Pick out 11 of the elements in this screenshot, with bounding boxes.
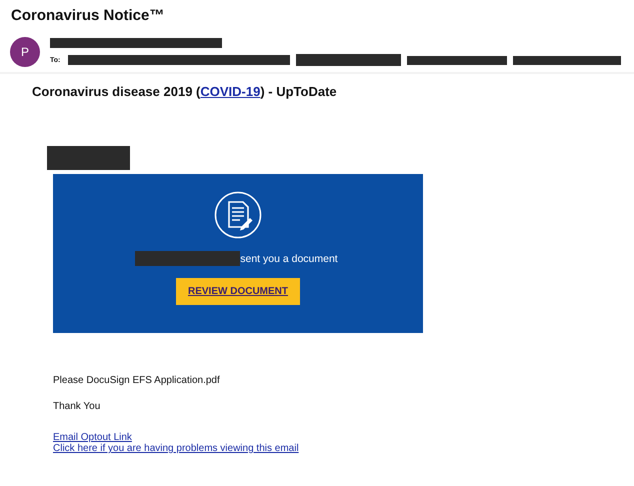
body-text: Thank You — [53, 401, 102, 412]
body-text: Please DocuSign EFS Application.pdf — [53, 375, 221, 386]
footer-link[interactable]: Email Optout Link — [53, 432, 132, 443]
email-subject: Coronavirus Notice™ — [10, 6, 166, 26]
covid-link[interactable]: COVID-19 — [200, 84, 260, 99]
email-heading: Coronavirus disease 2019 (COVID-19) - UpToDate — [32, 84, 338, 99]
card-message: sent you a document — [240, 252, 338, 264]
sender-avatar: P — [10, 37, 40, 67]
footer-link[interactable]: Click here if you are having problems viewing this email — [53, 443, 299, 454]
review-document-button[interactable]: REVIEW DOCUMENT — [176, 278, 300, 305]
document-icon — [214, 191, 262, 239]
